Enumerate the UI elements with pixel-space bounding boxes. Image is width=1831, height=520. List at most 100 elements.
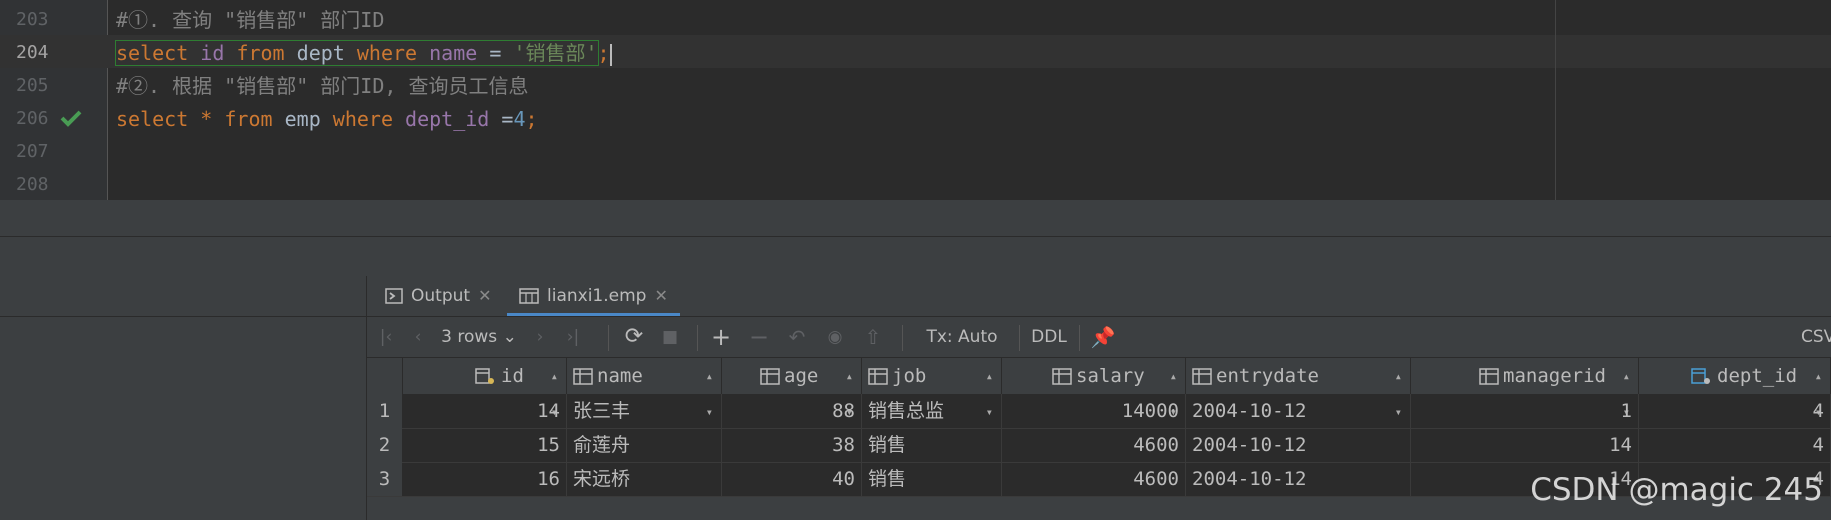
delete-row-icon[interactable]: − [746, 317, 772, 357]
cell-age[interactable]: 38 [722, 428, 862, 462]
toolbar-separator [697, 325, 698, 351]
check-icon [60, 110, 82, 127]
rows-count: 3 rows [441, 327, 498, 347]
column-header-dept-id[interactable]: dept_id ▴ ▾ [1639, 358, 1831, 419]
column-icon [868, 367, 888, 385]
operator: = [489, 41, 502, 65]
column-header-age[interactable]: age ▴ ▾ [722, 358, 862, 419]
cell-salary[interactable]: 4600 [1002, 428, 1186, 462]
tab-label: Output [411, 286, 471, 306]
transaction-mode-selector[interactable]: Tx: Auto ⌄ [920, 317, 1004, 387]
cell-name[interactable]: 张三丰 [567, 394, 722, 428]
line-number: 205 [16, 75, 49, 96]
cell-job[interactable]: 销售 [862, 462, 1002, 496]
cell-salary[interactable]: 4600 [1002, 462, 1186, 496]
cell-job[interactable]: 销售总监 [862, 394, 1002, 428]
column-header-job[interactable]: job ▴ ▾ [862, 358, 1002, 419]
column-label: job [892, 365, 927, 387]
cell-dept-id[interactable]: 4 [1639, 428, 1831, 462]
primary-key-column-icon [475, 367, 494, 384]
star-operator: * [200, 107, 213, 131]
column-icon [1192, 367, 1212, 385]
code-line[interactable]: 207 [0, 134, 1831, 167]
editor-scrollbar-area[interactable] [0, 200, 1831, 236]
table-icon [519, 288, 539, 304]
cell-salary[interactable]: 14000 [1002, 394, 1186, 428]
cell-name[interactable]: 俞莲舟 [567, 428, 722, 462]
cell-entrydate[interactable]: 2004-10-12 [1186, 462, 1411, 496]
refresh-icon[interactable]: ⟳ [619, 317, 649, 357]
console-icon [385, 288, 403, 304]
cell-age[interactable]: 88 [722, 394, 862, 428]
previous-page-icon[interactable]: ‹ [405, 317, 431, 357]
column-header-salary[interactable]: salary ▴ ▾ [1002, 358, 1186, 419]
keyword: from [224, 107, 273, 131]
code-line[interactable]: 203 #①. 查询 "销售部" 部门ID [0, 2, 1831, 35]
tx-mode: Tx: Auto [926, 327, 998, 347]
column-label: managerid [1503, 365, 1606, 387]
cell-dept-id[interactable]: 4 [1639, 394, 1831, 428]
tab-output[interactable]: Output ✕ [385, 276, 491, 316]
column-label: entrydate [1216, 365, 1319, 387]
table-name: emp [284, 107, 321, 131]
code-statement[interactable]: select * from emp where dept_id =4; [116, 101, 538, 134]
line-number: 206 [16, 108, 49, 129]
cell-managerid[interactable]: 14 [1411, 428, 1639, 462]
row-number: 1 [367, 394, 402, 428]
panel-splitter[interactable] [0, 236, 1831, 277]
ddl-button[interactable]: DDL [1031, 317, 1067, 357]
column-name: dept_id [405, 107, 490, 131]
column-label: age [784, 365, 819, 387]
last-page-icon[interactable]: ›| [559, 317, 587, 357]
column-header-entrydate[interactable]: entrydate ▴ ▾ [1186, 358, 1411, 419]
column-icon [573, 367, 593, 385]
grid-header-row: id ▴ ▾ name ▴ ▾ age ▴ ▾ job ▴ ▾ salary ▴ ▾ entryda… [367, 358, 1831, 419]
code-line[interactable]: 208 [0, 167, 1831, 200]
code-line[interactable]: 206 select * from emp where dept_id =4; [0, 101, 1831, 134]
column-header-managerid[interactable]: managerid ▴ ▾ [1411, 358, 1639, 419]
sql-editor[interactable]: 203 #①. 查询 "销售部" 部门ID 204 select id from… [0, 0, 1831, 200]
column-label: salary [1076, 365, 1145, 387]
watermark: CSDN @magic 245 [1530, 472, 1823, 508]
cell-id[interactable]: 15 [403, 428, 567, 462]
stop-icon[interactable]: ■ [657, 317, 683, 357]
csv-export-button[interactable]: CSV [1801, 317, 1831, 357]
column-label: id [501, 365, 524, 387]
cell-job[interactable]: 销售 [862, 428, 1002, 462]
tab-lianxi1-emp[interactable]: lianxi1.emp ✕ [507, 276, 680, 316]
first-page-icon[interactable]: |‹ [373, 317, 399, 357]
cell-id[interactable]: 16 [403, 462, 567, 496]
keyword: select [116, 41, 189, 65]
column-header-name[interactable]: name ▴ ▾ [567, 358, 722, 419]
cell-id[interactable]: 14 [403, 394, 567, 428]
preview-icon[interactable]: ◉ [822, 317, 848, 357]
rows-selector[interactable]: 3 rows ⌄ [439, 317, 519, 357]
chevron-down-icon: ⌄ [502, 327, 517, 347]
pin-icon[interactable]: 📌 [1089, 317, 1117, 357]
close-icon[interactable]: ✕ [478, 286, 491, 305]
keyword: where [356, 41, 418, 65]
row-number: 3 [367, 462, 402, 496]
code-line[interactable]: 205 #②. 根据 "销售部" 部门ID, 查询员工信息 [0, 68, 1831, 101]
submit-icon[interactable]: ⇧ [860, 317, 886, 357]
code-statement[interactable]: select id from dept where name = '销售部'; [115, 35, 612, 68]
code-line-current[interactable]: 204 select id from dept where name = '销售… [0, 35, 1831, 68]
cell-entrydate[interactable]: 2004-10-12 [1186, 428, 1411, 462]
table-row[interactable]: 2 15 俞莲舟 38 销售 4600 2004-10-12 14 4 [367, 428, 1831, 463]
add-row-icon[interactable]: + [708, 317, 734, 357]
column-icon [760, 367, 780, 385]
table-name: dept [296, 41, 345, 65]
column-icon [1052, 367, 1072, 385]
column-header-id[interactable]: id ▴ ▾ [403, 358, 567, 419]
next-page-icon[interactable]: › [527, 317, 553, 357]
close-icon[interactable]: ✕ [654, 286, 667, 305]
revert-icon[interactable]: ↶ [784, 317, 810, 357]
services-tree-pane[interactable] [0, 276, 367, 520]
row-number: 2 [367, 428, 402, 462]
cell-entrydate[interactable]: 2004-10-12 [1186, 394, 1411, 428]
cell-managerid[interactable]: 1 [1411, 394, 1639, 428]
cell-age[interactable]: 40 [722, 462, 862, 496]
table-row[interactable]: 1 14 张三丰 88 销售总监 14000 2004-10-12 1 4 [367, 394, 1831, 429]
cell-name[interactable]: 宋远桥 [567, 462, 722, 496]
operator: = [501, 107, 514, 131]
